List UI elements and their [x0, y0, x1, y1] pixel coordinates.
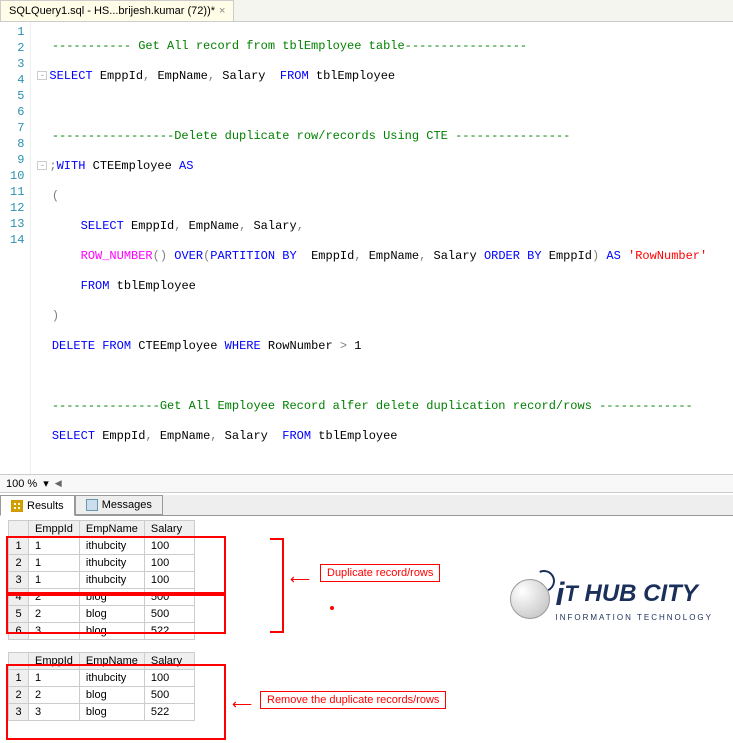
fold-icon[interactable]: -	[37, 161, 47, 170]
fold-icon[interactable]: -	[37, 71, 47, 80]
zoom-bar: 100 % ▾ ◀	[0, 474, 733, 493]
arrow-icon: ⟵	[290, 571, 310, 588]
red-dot	[330, 606, 334, 610]
table-header-row: EmppId EmpName Salary	[9, 521, 195, 538]
nav-left-icon[interactable]: ◀	[55, 478, 62, 489]
logo: iT HUB CITY INFORMATION TECHNOLOGY	[510, 576, 714, 622]
annotation-label-remove: Remove the duplicate records/rows	[260, 691, 446, 709]
line-gutter: 1234567891011121314	[0, 22, 31, 474]
file-tab[interactable]: SQLQuery1.sql - HS...brijesh.kumar (72))…	[0, 0, 234, 21]
table-header-row: EmppId EmpName Salary	[9, 653, 195, 670]
annotation-label-duplicate: Duplicate record/rows	[320, 564, 440, 582]
results-area: EmppId EmpName Salary 11ithubcity100 21i…	[0, 516, 733, 743]
sql-editor[interactable]: 1234567891011121314 ----------- Get All …	[0, 22, 733, 474]
code-comment: ----------- Get All record from tblEmplo…	[52, 39, 527, 53]
result-tab-bar: Results Messages	[0, 495, 733, 516]
table-row[interactable]: 33blog522	[9, 704, 195, 721]
annotation-bracket	[270, 538, 284, 633]
tab-results[interactable]: Results	[0, 495, 75, 516]
dropdown-icon[interactable]: ▾	[43, 477, 49, 490]
grid-icon	[11, 500, 23, 512]
file-tab-title: SQLQuery1.sql - HS...brijesh.kumar (72))…	[9, 5, 215, 17]
code-area[interactable]: ----------- Get All record from tblEmplo…	[31, 22, 733, 474]
code-comment: ---------------Get All Employee Record a…	[52, 399, 693, 413]
table-row[interactable]: 22blog500	[9, 687, 195, 704]
table-row[interactable]: 21ithubcity100	[9, 555, 195, 572]
result-grid-2[interactable]: EmppId EmpName Salary 11ithubcity100 22b…	[8, 652, 195, 721]
code-comment: -----------------Delete duplicate row/re…	[52, 129, 570, 143]
table-row[interactable]: 11ithubcity100	[9, 538, 195, 555]
file-tab-bar: SQLQuery1.sql - HS...brijesh.kumar (72))…	[0, 0, 733, 22]
table-row[interactable]: 42blog500	[9, 589, 195, 606]
table-row[interactable]: 63blog522	[9, 623, 195, 640]
arrow-icon: ⟵	[232, 696, 252, 713]
result-grid-1[interactable]: EmppId EmpName Salary 11ithubcity100 21i…	[8, 520, 195, 640]
table-row[interactable]: 31ithubcity100	[9, 572, 195, 589]
logo-ball-icon	[510, 579, 550, 619]
table-row[interactable]: 52blog500	[9, 606, 195, 623]
tab-messages[interactable]: Messages	[75, 495, 163, 515]
close-icon[interactable]: ×	[219, 5, 225, 17]
table-row[interactable]: 11ithubcity100	[9, 670, 195, 687]
messages-icon	[86, 499, 98, 511]
zoom-value: 100 %	[6, 478, 37, 490]
